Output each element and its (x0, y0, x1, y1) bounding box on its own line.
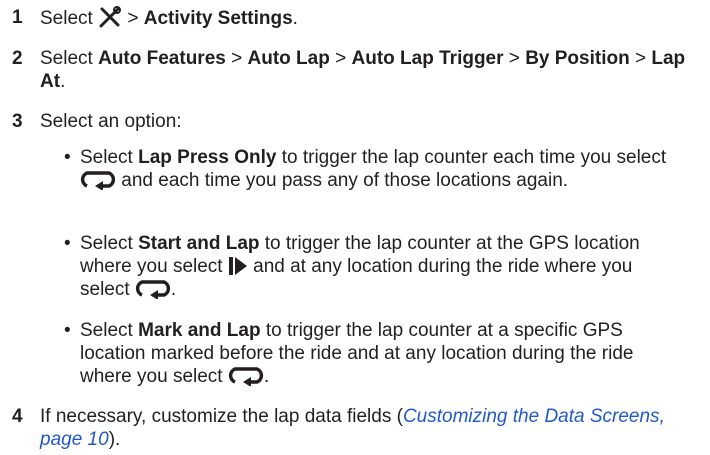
option-name: Lap Press Only (138, 147, 277, 168)
lap-loop-icon (80, 171, 116, 190)
bullet: • (64, 320, 71, 341)
menu-auto-lap: Auto Lap (247, 48, 330, 69)
step-text: Select > Activity Settings. (40, 6, 298, 29)
link-customizing-data-screens[interactable]: Customizing the Data Screens (403, 406, 660, 427)
menu-auto-lap-trigger: Auto Lap Trigger (351, 48, 504, 69)
wrench-screwdriver-icon (99, 6, 122, 28)
step-number: 1 (12, 7, 23, 28)
lap-loop-icon (135, 280, 171, 299)
step-number: 2 (12, 48, 23, 69)
option-text: Select Mark and Lap to trigger the lap c… (80, 320, 634, 387)
bullet: • (64, 147, 71, 168)
step-text: Select an option: (40, 111, 182, 132)
step-number: 3 (12, 111, 23, 132)
start-play-icon (228, 257, 247, 275)
menu-auto-features: Auto Features (98, 48, 226, 69)
menu-activity-settings: Activity Settings (143, 8, 293, 29)
option-text: Select Start and Lap to trigger the lap … (80, 233, 640, 300)
step-number: 4 (12, 406, 23, 427)
step-text: If necessary, customize the lap data fie… (40, 406, 665, 450)
instruction-document: 1 Select > Activity Settings. 2 Select A… (0, 0, 710, 455)
option-name: Mark and Lap (138, 320, 261, 341)
menu-by-position: By Position (525, 48, 630, 69)
option-text: Select Lap Press Only to trigger the lap… (80, 147, 667, 191)
step-text: Select Auto Features > Auto Lap > Auto L… (40, 48, 686, 92)
option-name: Start and Lap (138, 233, 260, 254)
lap-loop-icon (228, 367, 263, 386)
bullet: • (64, 233, 71, 254)
